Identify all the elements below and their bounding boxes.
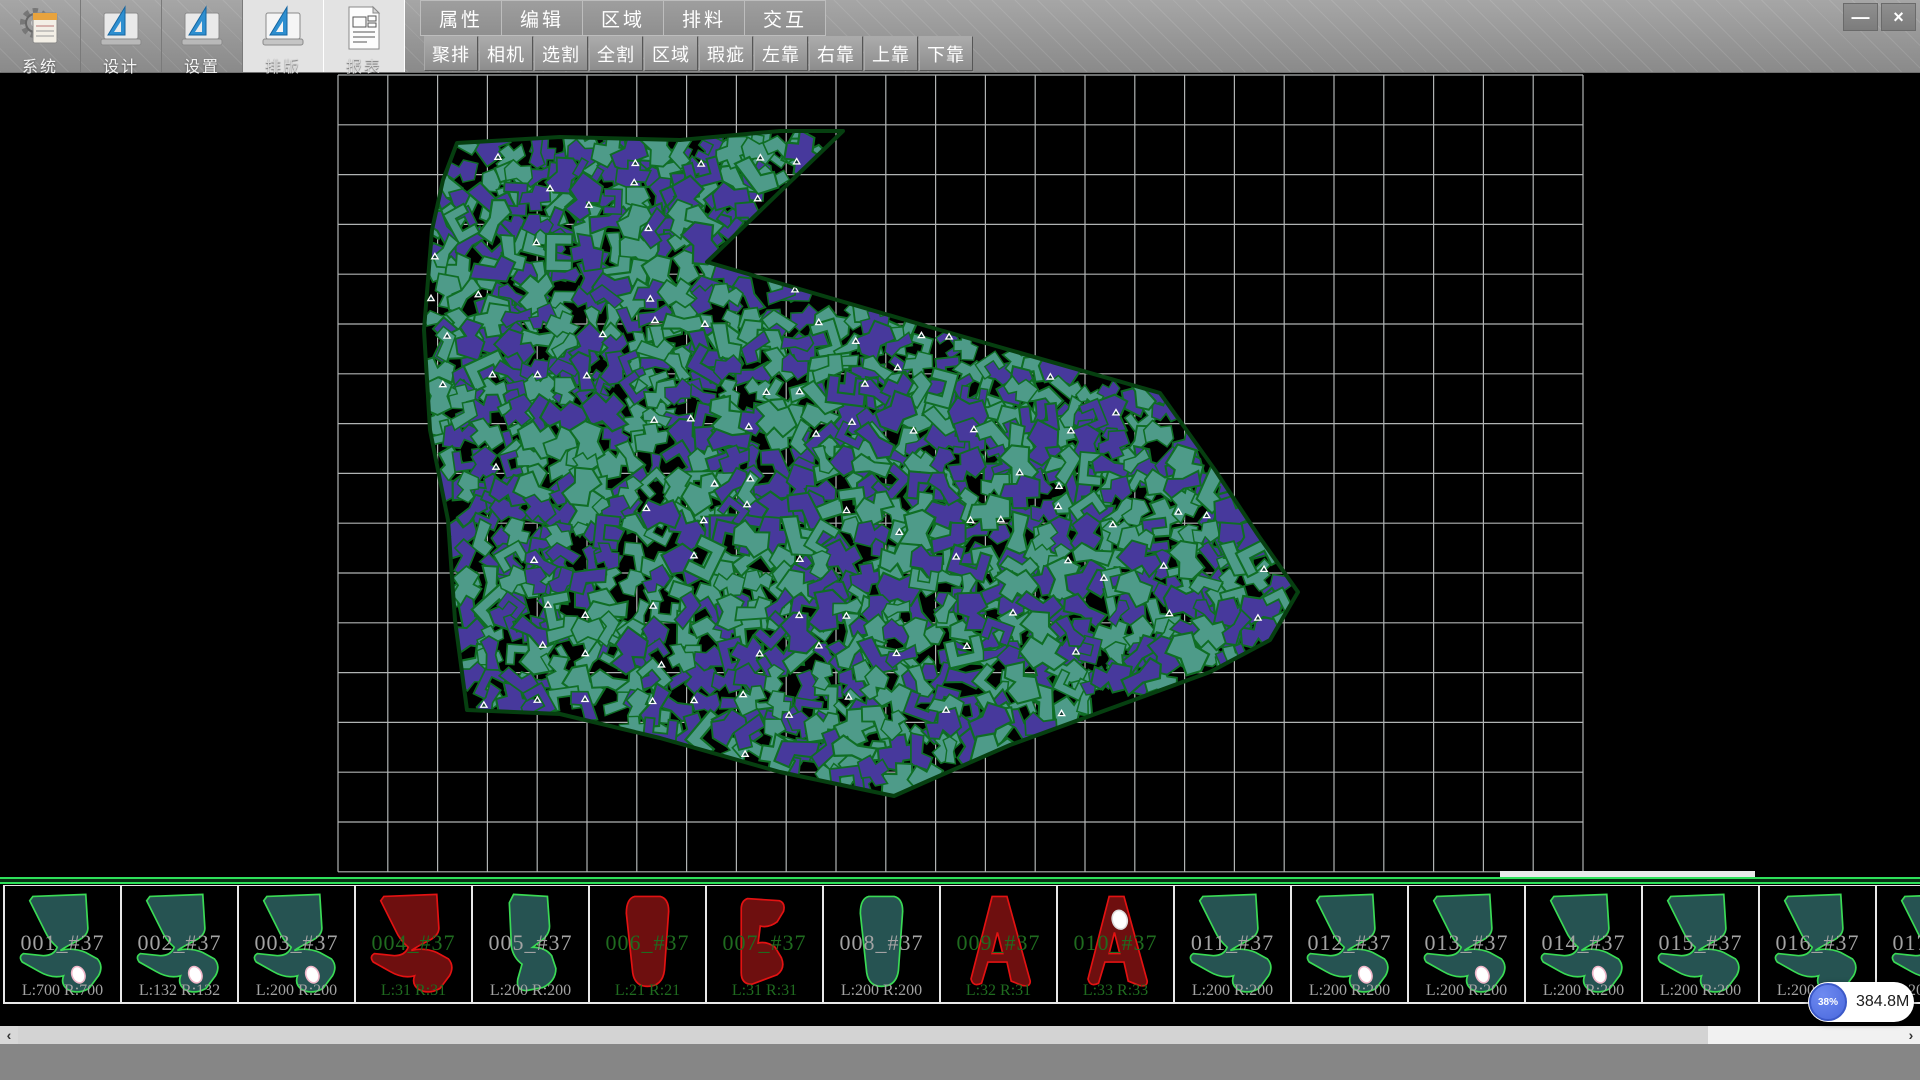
- piece-count-label: L:200 R:200: [473, 982, 588, 1000]
- progress-percent-badge: 38%: [1809, 983, 1847, 1021]
- piece-id-label: 015_#37: [1643, 930, 1758, 956]
- toolbar-button-label: 系统: [22, 60, 58, 76]
- piece-count-label: L:200 R:200: [824, 982, 939, 1000]
- piece-count-label: L:200 R:200: [1643, 982, 1758, 1000]
- tool-button-10[interactable]: 下靠: [919, 36, 973, 71]
- piece-count-label: L:200 R:200: [1292, 982, 1407, 1000]
- thumbnail-tile-009_#37[interactable]: 009_#37 L:32 R:31: [941, 885, 1058, 1004]
- toolbar-button-label: 设计: [103, 60, 139, 76]
- thumbnail-tile-004_#37[interactable]: 004_#37 L:31 R:31: [356, 885, 473, 1004]
- toolbar-button-4[interactable]: 排版: [243, 0, 324, 72]
- piece-id-label: 014_#37: [1526, 930, 1641, 956]
- toolbar-button-1[interactable]: 系统: [0, 0, 81, 72]
- piece-count-label: L:31 R:31: [707, 982, 822, 1000]
- scroll-right-arrow-icon[interactable]: ›: [1902, 1026, 1920, 1044]
- piece-count-label: L:132 R:132: [122, 982, 237, 1000]
- thumbnail-tile-010_#37[interactable]: 010_#37 L:33 R:33: [1058, 885, 1175, 1004]
- piece-count-label: L:33 R:33: [1058, 982, 1173, 1000]
- nested-pieces-layer[interactable]: [412, 110, 1297, 805]
- tool-button-6[interactable]: 瑕疵: [699, 36, 753, 71]
- tool-button-2[interactable]: 相机: [479, 36, 533, 71]
- tool-button-8[interactable]: 右靠: [809, 36, 863, 71]
- piece-id-label: 004_#37: [356, 930, 471, 956]
- thumbnail-tile-006_#37[interactable]: 006_#37 L:21 R:21: [590, 885, 707, 1004]
- horizontal-scrollbar-thumb[interactable]: [18, 1026, 1708, 1044]
- toolbar-button-label: 报表: [346, 60, 382, 76]
- memory-usage-label: 384.8M: [1856, 993, 1909, 1011]
- thumbnail-tile-014_#37[interactable]: 014_#37 L:200 R:200: [1526, 885, 1643, 1004]
- thumbnail-tile-008_#37[interactable]: 008_#37 L:200 R:200: [824, 885, 941, 1004]
- thumbnail-tile-011_#37[interactable]: 011_#37 L:200 R:200: [1175, 885, 1292, 1004]
- piece-id-label: 012_#37: [1292, 930, 1407, 956]
- piece-id-label: 007_#37: [707, 930, 822, 956]
- piece-id-label: 008_#37: [824, 930, 939, 956]
- layout-icon: [260, 0, 306, 58]
- piece-count-label: L:200 R:200: [1526, 982, 1641, 1000]
- piece-id-label: 009_#37: [941, 930, 1056, 956]
- design-icon: [98, 0, 144, 58]
- piece-id-label: 002_#37: [122, 930, 237, 956]
- toolbar-button-label: 设置: [184, 60, 220, 76]
- application-window: 系统设计设置排版报表 属性编辑区域排料交互 聚排相机选割全割区域瑕疵左靠右靠上靠…: [0, 0, 1920, 1080]
- toolbar-button-3[interactable]: 设置: [162, 0, 243, 72]
- menu-tab-1[interactable]: 属性: [420, 0, 502, 36]
- horizontal-scrollbar[interactable]: ‹ ›: [0, 1026, 1920, 1044]
- strip-separator-line: [0, 877, 1920, 884]
- toolbar-button-2[interactable]: 设计: [81, 0, 162, 72]
- thumbnail-tile-005_#37[interactable]: 005_#37 L:200 R:200: [473, 885, 590, 1004]
- main-toolbar: 系统设计设置排版报表 属性编辑区域排料交互 聚排相机选割全割区域瑕疵左靠右靠上靠…: [0, 0, 1920, 73]
- piece-id-label: 001_#37: [5, 930, 120, 956]
- system-icon: [17, 0, 63, 58]
- piece-count-label: L:200 R:200: [1409, 982, 1524, 1000]
- piece-count-label: L:700 R:700: [5, 982, 120, 1000]
- thumbnail-tile-012_#37[interactable]: 012_#37 L:200 R:200: [1292, 885, 1409, 1004]
- tool-button-9[interactable]: 上靠: [864, 36, 918, 71]
- close-button[interactable]: ×: [1881, 3, 1916, 31]
- piece-count-label: L:21 R:21: [590, 982, 705, 1000]
- report-icon: [341, 0, 387, 58]
- piece-count-label: L:31 R:31: [356, 982, 471, 1000]
- status-footer-bar: [0, 1044, 1920, 1080]
- piece-id-label: 003_#37: [239, 930, 354, 956]
- thumbnail-tile-015_#37[interactable]: 015_#37 L:200 R:200: [1643, 885, 1760, 1004]
- toolbar-button-label: 排版: [265, 60, 301, 76]
- toolbar-button-5[interactable]: 报表: [324, 0, 405, 72]
- piece-id-label: 011_#37: [1175, 930, 1290, 956]
- piece-thumbnail-strip: 001_#37L:700 R:700002_#37L:132 R:132003_…: [0, 885, 1920, 1005]
- settings-icon: [179, 0, 225, 58]
- menu-tab-2[interactable]: 编辑: [502, 0, 583, 36]
- piece-count-label: L:200 R:200: [239, 982, 354, 1000]
- menu-tab-5[interactable]: 交互: [745, 0, 826, 36]
- piece-id-label: 006_#37: [590, 930, 705, 956]
- thumbnail-tile-007_#37[interactable]: 007_#37 L:31 R:31: [707, 885, 824, 1004]
- menu-tab-3[interactable]: 区域: [583, 0, 664, 36]
- thumbnail-tile-013_#37[interactable]: 013_#37 L:200 R:200: [1409, 885, 1526, 1004]
- thumbnail-tile-002_#37[interactable]: 002_#37 L:132 R:132: [122, 885, 239, 1004]
- menu-tab-bar: 属性编辑区域排料交互: [420, 0, 826, 35]
- piece-count-label: L:200 R:200: [1175, 982, 1290, 1000]
- tool-button-5[interactable]: 区域: [644, 36, 698, 71]
- piece-id-label: 010_#37: [1058, 930, 1173, 956]
- piece-id-label: 013_#37: [1409, 930, 1524, 956]
- thumbnail-tile-003_#37[interactable]: 003_#37 L:200 R:200: [239, 885, 356, 1004]
- piece-id-label: 005_#37: [473, 930, 588, 956]
- piece-count-label: L:32 R:31: [941, 982, 1056, 1000]
- tool-button-bar: 聚排相机选割全割区域瑕疵左靠右靠上靠下靠: [424, 36, 974, 69]
- status-badge[interactable]: 38% 384.8M: [1808, 982, 1914, 1022]
- piece-id-label: 017_#37: [1877, 930, 1920, 956]
- tool-button-3[interactable]: 选割: [534, 36, 588, 71]
- scroll-left-arrow-icon[interactable]: ‹: [0, 1026, 18, 1044]
- minimize-button[interactable]: —: [1843, 3, 1878, 31]
- piece-id-label: 016_#37: [1760, 930, 1875, 956]
- window-controls: — ×: [1843, 3, 1916, 31]
- tool-button-1[interactable]: 聚排: [424, 36, 478, 71]
- menu-tab-4[interactable]: 排料: [664, 0, 745, 36]
- tool-button-4[interactable]: 全割: [589, 36, 643, 71]
- thumbnail-tile-001_#37[interactable]: 001_#37 L:700 R:700: [3, 885, 122, 1004]
- tool-button-7[interactable]: 左靠: [754, 36, 808, 71]
